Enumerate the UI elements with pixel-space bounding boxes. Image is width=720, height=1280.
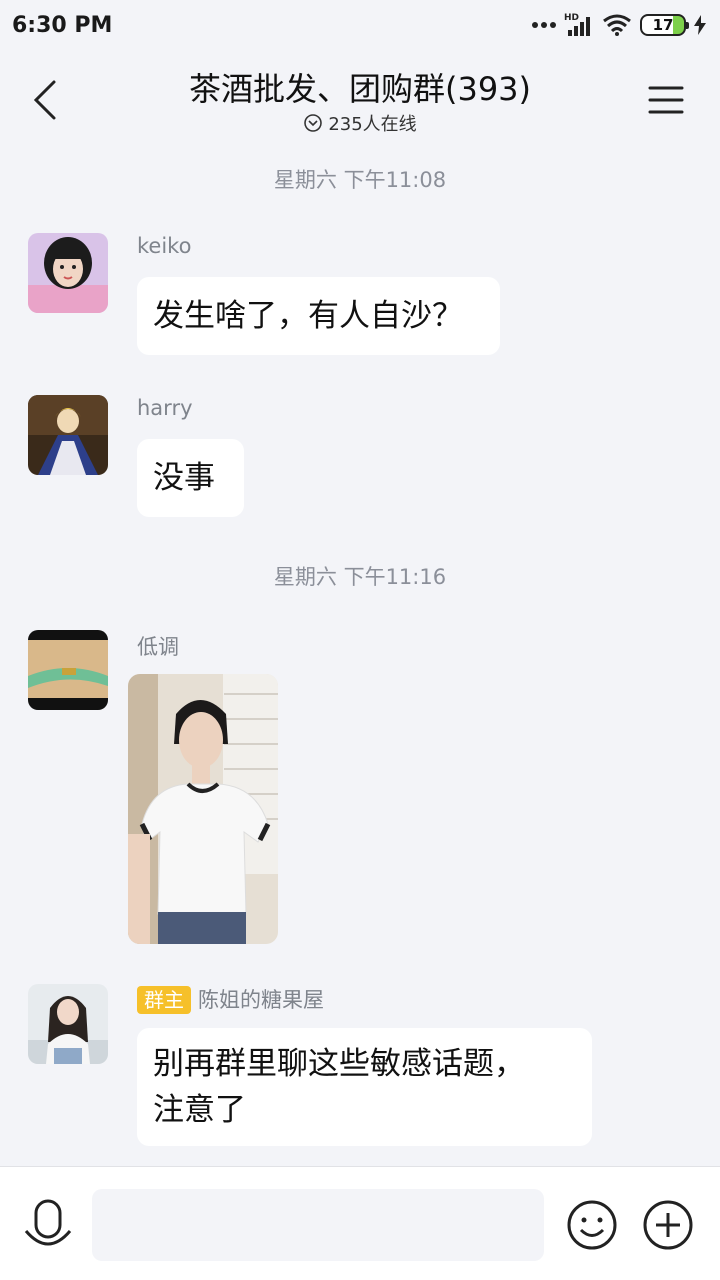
message-input[interactable] (92, 1189, 544, 1261)
emoji-icon[interactable] (566, 1199, 618, 1251)
message-timestamp: 星期六 下午11:16 (273, 565, 447, 589)
voice-icon[interactable] (22, 1197, 74, 1249)
battery-level: 17 (652, 16, 674, 34)
plus-icon[interactable] (642, 1199, 694, 1251)
sender-line: 群主 陈姐的糖果屋 (137, 984, 324, 1014)
message-bubble[interactable]: 发生啥了，有人自沙？ (137, 277, 500, 355)
battery-icon: 17 (640, 14, 689, 36)
status-bar: 6:30 PM HD 17 (0, 0, 720, 50)
avatar-keiko[interactable] (28, 233, 108, 313)
message-bubble[interactable]: 别再群里聊这些敏感话题， 注意了 (137, 1028, 592, 1146)
online-count[interactable]: 235人在线 (120, 110, 600, 136)
sender-name: 陈姐的糖果屋 (198, 988, 324, 1012)
charging-icon (694, 15, 706, 35)
sender-name: keiko (137, 234, 192, 258)
chat-header: 茶酒批发、团购群(393) 235人在线 (0, 50, 720, 150)
wifi-icon (603, 14, 631, 36)
status-icons: HD 17 (532, 12, 706, 38)
back-arrow-icon[interactable] (24, 78, 68, 122)
status-time: 6:30 PM (12, 12, 113, 38)
avatar-chenjie[interactable] (28, 984, 108, 1064)
signal-icon: HD (564, 13, 590, 36)
online-count-text: 235人在线 (328, 114, 417, 135)
sender-name: harry (137, 396, 193, 420)
avatar-harry[interactable] (28, 395, 108, 475)
image-message[interactable] (128, 674, 278, 944)
sender-name: 低调 (137, 635, 179, 659)
owner-badge: 群主 (137, 986, 191, 1014)
group-title[interactable]: 茶酒批发、团购群(393) (120, 64, 600, 110)
avatar-didiao[interactable] (28, 630, 108, 710)
more-dots-icon (532, 22, 556, 28)
svg-text:HD: HD (564, 13, 579, 23)
chevron-down-circle-icon (304, 114, 323, 132)
menu-icon[interactable] (644, 78, 688, 122)
chat-input-bar (0, 1166, 720, 1280)
message-timestamp: 星期六 下午11:08 (273, 168, 447, 192)
message-bubble[interactable]: 没事 (137, 439, 244, 517)
